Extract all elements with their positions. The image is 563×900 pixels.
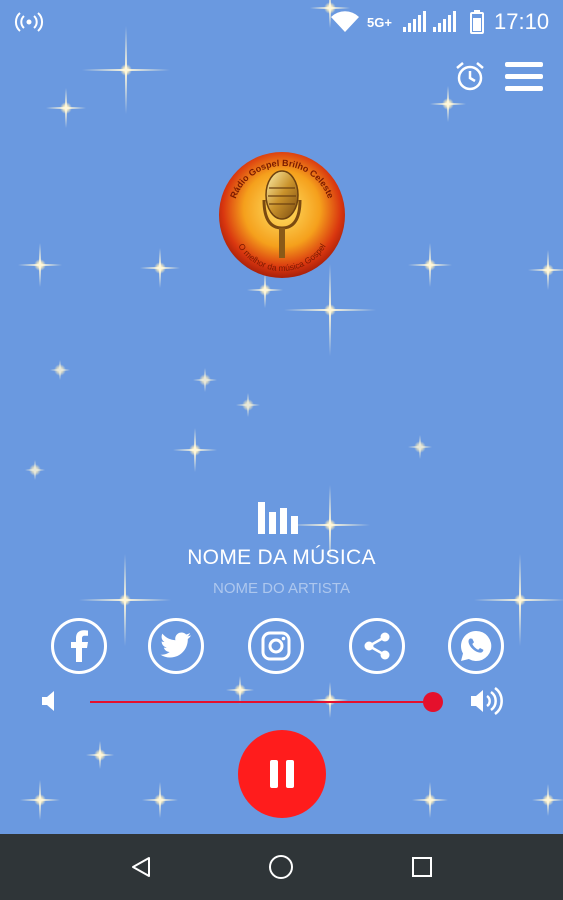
pause-icon xyxy=(270,760,294,788)
volume-track xyxy=(90,701,433,703)
station-logo: Rádio Gospel Brilho Celeste O melhor da … xyxy=(217,150,347,280)
instagram-icon xyxy=(261,631,291,661)
whatsapp-button[interactable] xyxy=(448,618,504,674)
instagram-button[interactable] xyxy=(248,618,304,674)
volume-up-icon[interactable] xyxy=(469,686,503,721)
signal-icon-2 xyxy=(432,0,458,44)
volume-mute-icon[interactable] xyxy=(40,688,62,719)
twitter-icon xyxy=(160,632,191,658)
facebook-button[interactable] xyxy=(51,618,107,674)
song-title: NOME DA MÚSICA xyxy=(187,546,376,569)
recents-button[interactable] xyxy=(382,834,462,900)
recents-icon xyxy=(412,857,432,877)
battery-icon xyxy=(470,0,484,44)
hamburger-menu-icon[interactable] xyxy=(505,62,543,97)
volume-slider[interactable] xyxy=(90,692,443,712)
share-icon xyxy=(364,632,390,660)
wifi-icon xyxy=(330,0,360,44)
home-button[interactable] xyxy=(241,834,321,900)
app-screen: 5G+ 17:10 Rádio Gospel Brilho Celeste O … xyxy=(0,0,563,900)
play-pause-button[interactable] xyxy=(238,730,326,818)
system-nav-bar xyxy=(0,834,563,900)
volume-thumb[interactable] xyxy=(423,692,443,712)
home-icon xyxy=(269,855,293,879)
share-button[interactable] xyxy=(349,618,405,674)
back-icon xyxy=(132,857,150,877)
back-button[interactable] xyxy=(101,834,181,900)
whatsapp-icon xyxy=(460,630,492,661)
network-type: 5G+ xyxy=(367,14,392,30)
facebook-icon xyxy=(71,630,88,662)
hotspot-icon xyxy=(14,0,44,44)
artist-name: NOME DO ARTISTA xyxy=(213,580,350,597)
equalizer-icon xyxy=(256,498,300,536)
signal-icon xyxy=(402,0,428,44)
status-bar: 5G+ 17:10 xyxy=(0,0,563,44)
alarm-clock-icon[interactable] xyxy=(454,60,486,97)
twitter-button[interactable] xyxy=(148,618,204,674)
status-clock: 17:10 xyxy=(494,9,550,34)
